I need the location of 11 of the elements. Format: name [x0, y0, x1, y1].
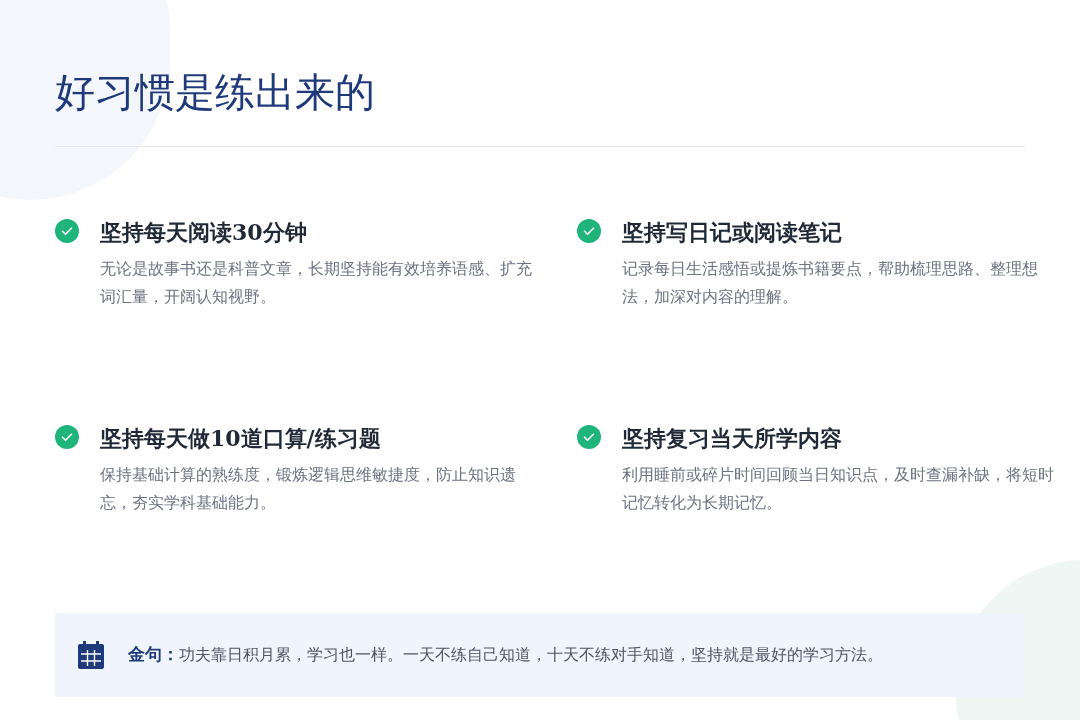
habit-description: 保持基础计算的熟练度，锻炼逻辑思维敏捷度，防止知识遗忘，夯实学科基础能力。 [100, 465, 517, 514]
page-title: 好习惯是练出来的 [55, 68, 376, 117]
habit-description: 利用睡前或碎片时间回顾当日知识点，及时查漏补缺，将短时记忆转化为长期记忆。 [622, 465, 1055, 514]
habit-description: 无论是故事书还是科普文章，长期坚持能有效培养语感、扩充词汇量，开阔认知视野。 [100, 259, 533, 308]
calendar-icon [78, 641, 104, 669]
habit-title: 坚持每天阅读30分钟 [100, 218, 308, 247]
habit-description: 记录每日生活感悟或提炼书籍要点，帮助梳理思路、整理想法，加深对内容的理解。 [622, 259, 1039, 308]
quote-text: 金句：功夫靠日积月累，学习也一样。一天不练自己知道，十天不练对手知道，坚持就是最好的学习方法。 [128, 643, 883, 667]
habit-title: 坚持写日记或阅读笔记 [622, 218, 843, 247]
habit-title: 坚持复习当天所学内容 [622, 424, 843, 453]
habit-title: 坚持每天做10道口算/练习题 [100, 424, 382, 453]
